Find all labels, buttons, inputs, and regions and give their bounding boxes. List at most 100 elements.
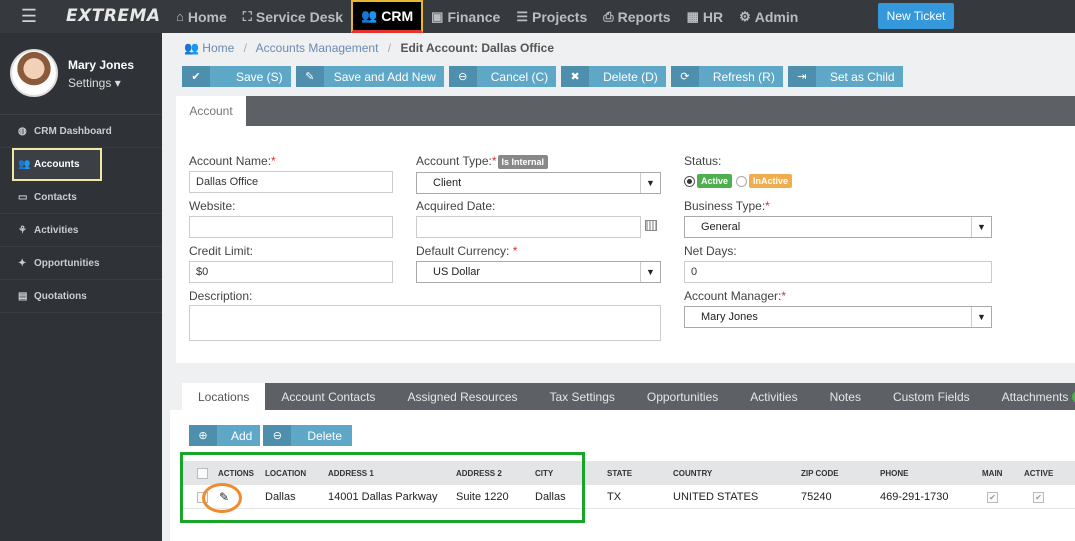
building-icon: ▦ <box>686 8 699 24</box>
account-name-field[interactable]: Dallas Office <box>189 171 393 193</box>
net-days-label: Net Days: <box>684 244 737 258</box>
tab-assigned-resources[interactable]: Assigned Resources <box>391 383 533 410</box>
nav-hr[interactable]: ▦ HR <box>679 0 732 33</box>
delete-location-button[interactable]: ⊖ Delete <box>263 425 353 446</box>
cell-country: UNITED STATES <box>673 491 759 503</box>
cell-location: Dallas <box>265 491 296 503</box>
nav-service-desk[interactable]: ⛶ Service Desk <box>235 0 351 33</box>
save-and-add-new-button[interactable]: ✎ Save and Add New <box>295 66 444 87</box>
dashboard-icon: ◍ <box>18 125 27 137</box>
credit-limit-field[interactable]: $0 <box>189 261 393 283</box>
account-type-select[interactable]: Client ▼ <box>416 172 661 194</box>
minus-circle-icon: ⊖ <box>448 66 477 87</box>
select-all-checkbox[interactable] <box>197 467 208 479</box>
col-location[interactable]: LOCATION <box>265 461 306 485</box>
user-name: Mary Jones <box>68 58 135 72</box>
row-checkbox[interactable] <box>197 491 208 503</box>
status-radio-group: Active InActive <box>684 174 793 188</box>
settings-dropdown[interactable]: Settings ▾ <box>68 76 121 90</box>
tab-account-contacts[interactable]: Account Contacts <box>265 383 391 410</box>
col-state[interactable]: STATE <box>607 461 632 485</box>
app-logo[interactable]: EXTREMA <box>66 6 161 26</box>
col-active[interactable]: ACTIVE <box>1024 461 1053 485</box>
file-icon: ▤ <box>18 290 28 302</box>
sidebar-item-quotations[interactable]: ▤ Quotations <box>0 280 162 313</box>
business-type-select[interactable]: General ▼ <box>684 216 992 238</box>
acquired-date-field[interactable] <box>416 216 641 238</box>
nav-home[interactable]: ⌂ Home <box>168 0 235 33</box>
refresh-icon: ⟳ <box>670 66 699 87</box>
col-country[interactable]: COUNTRY <box>673 461 712 485</box>
edit-icon[interactable]: ✎ <box>219 485 229 509</box>
tasks-icon: ☰ <box>516 8 528 24</box>
account-type-label: Account Type:* Is Internal <box>416 154 549 169</box>
gear-icon: ⚙ <box>739 8 751 24</box>
breadcrumb-home[interactable]: Home <box>202 41 234 55</box>
breadcrumb-accounts-management[interactable]: Accounts Management <box>256 41 379 55</box>
main-checkbox: ✔ <box>987 491 998 503</box>
col-address2[interactable]: ADDRESS 2 <box>456 461 502 485</box>
tab-tax-settings[interactable]: Tax Settings <box>534 383 631 410</box>
table-row[interactable]: ✎ Dallas 14001 Dallas Parkway Suite 1220… <box>182 485 1075 509</box>
col-phone[interactable]: PHONE <box>880 461 908 485</box>
col-main[interactable]: MAIN <box>982 461 1002 485</box>
avatar[interactable] <box>10 49 58 97</box>
save-button[interactable]: ✔ Save (S) <box>182 66 291 87</box>
default-currency-select[interactable]: US Dollar ▼ <box>416 261 661 283</box>
acquired-date-label: Acquired Date: <box>416 199 496 213</box>
col-address1[interactable]: ADDRESS 1 <box>328 461 374 485</box>
caret-down-icon: ▼ <box>971 217 991 237</box>
tab-account[interactable]: Account <box>176 96 246 126</box>
description-field[interactable] <box>189 305 661 341</box>
nav-admin[interactable]: ⚙ Admin <box>731 0 806 33</box>
tab-custom-fields[interactable]: Custom Fields <box>877 383 986 410</box>
breadcrumb: 👥 Home / Accounts Management / Edit Acco… <box>184 41 554 55</box>
net-days-field[interactable]: 0 <box>684 261 992 283</box>
active-checkbox: ✔ <box>1033 491 1044 503</box>
sidebar-item-activities[interactable]: ⚘ Activities <box>0 214 162 247</box>
sidebar-item-contacts[interactable]: ▭ Contacts <box>0 181 162 214</box>
hamburger-menu-icon[interactable]: ☰ <box>0 0 58 33</box>
sitemap-icon: ⛶ <box>242 8 252 24</box>
add-location-button[interactable]: ⊕ Add <box>189 425 261 446</box>
website-field[interactable] <box>189 216 393 238</box>
credit-limit-label: Credit Limit: <box>189 244 254 258</box>
sidebar-item-opportunities[interactable]: ✦ Opportunities <box>0 247 162 280</box>
col-zip-code[interactable]: ZIP CODE <box>801 461 839 485</box>
home-icon: ⌂ <box>176 9 184 24</box>
account-form-panel: Account Account Name:* Dallas Office Web… <box>176 96 1075 363</box>
tab-activities[interactable]: Activities <box>734 383 813 410</box>
locations-table: ACTIONS LOCATION ADDRESS 1 ADDRESS 2 CIT… <box>182 461 1075 509</box>
calendar-icon[interactable] <box>645 220 657 231</box>
tab-locations[interactable]: Locations <box>182 383 266 410</box>
nav-finance[interactable]: ▣ Finance <box>423 0 508 33</box>
sidebar-item-accounts[interactable]: 👥 Accounts <box>12 148 102 181</box>
home-icon: 👥 <box>184 41 199 55</box>
tab-opportunities[interactable]: Opportunities <box>631 383 734 410</box>
money-icon: ▣ <box>431 8 444 24</box>
cancel-button[interactable]: ⊖ Cancel (C) <box>448 66 557 87</box>
nav-reports[interactable]: ⎙ Reports <box>595 0 678 33</box>
sub-tabbar: Locations Account Contacts Assigned Reso… <box>182 383 1075 410</box>
cell-address2: Suite 1220 <box>456 491 509 503</box>
delete-button[interactable]: ✖ Delete (D) <box>561 66 666 87</box>
nav-crm[interactable]: 👥 CRM <box>351 0 424 33</box>
toolbar: ✔ Save (S) ✎ Save and Add New ⊖ Cancel (C) … <box>182 66 903 87</box>
status-active-radio[interactable] <box>684 175 695 187</box>
activities-icon: ⚘ <box>18 224 27 236</box>
nav-projects[interactable]: ☰ Projects <box>508 0 595 33</box>
status-inactive-radio[interactable] <box>736 175 748 187</box>
caret-down-icon: ▾ <box>114 76 121 90</box>
tab-attachments[interactable]: Attachments0 <box>986 383 1075 410</box>
set-as-child-button[interactable]: ⇥ Set as Child <box>787 66 903 87</box>
user-profile: Mary Jones Settings ▾ <box>0 33 162 115</box>
sidebar-item-crm-dashboard[interactable]: ◍ CRM Dashboard <box>0 115 162 148</box>
tab-notes[interactable]: Notes <box>814 383 877 410</box>
col-actions: ACTIONS <box>218 468 254 478</box>
new-ticket-button[interactable]: New Ticket <box>878 3 954 29</box>
website-label: Website: <box>189 199 236 213</box>
col-city[interactable]: CITY <box>535 461 553 485</box>
refresh-button[interactable]: ⟳ Refresh (R) <box>670 66 783 87</box>
account-manager-select[interactable]: Mary Jones ▼ <box>684 306 992 328</box>
plus-circle-icon: ⊕ <box>189 425 217 446</box>
